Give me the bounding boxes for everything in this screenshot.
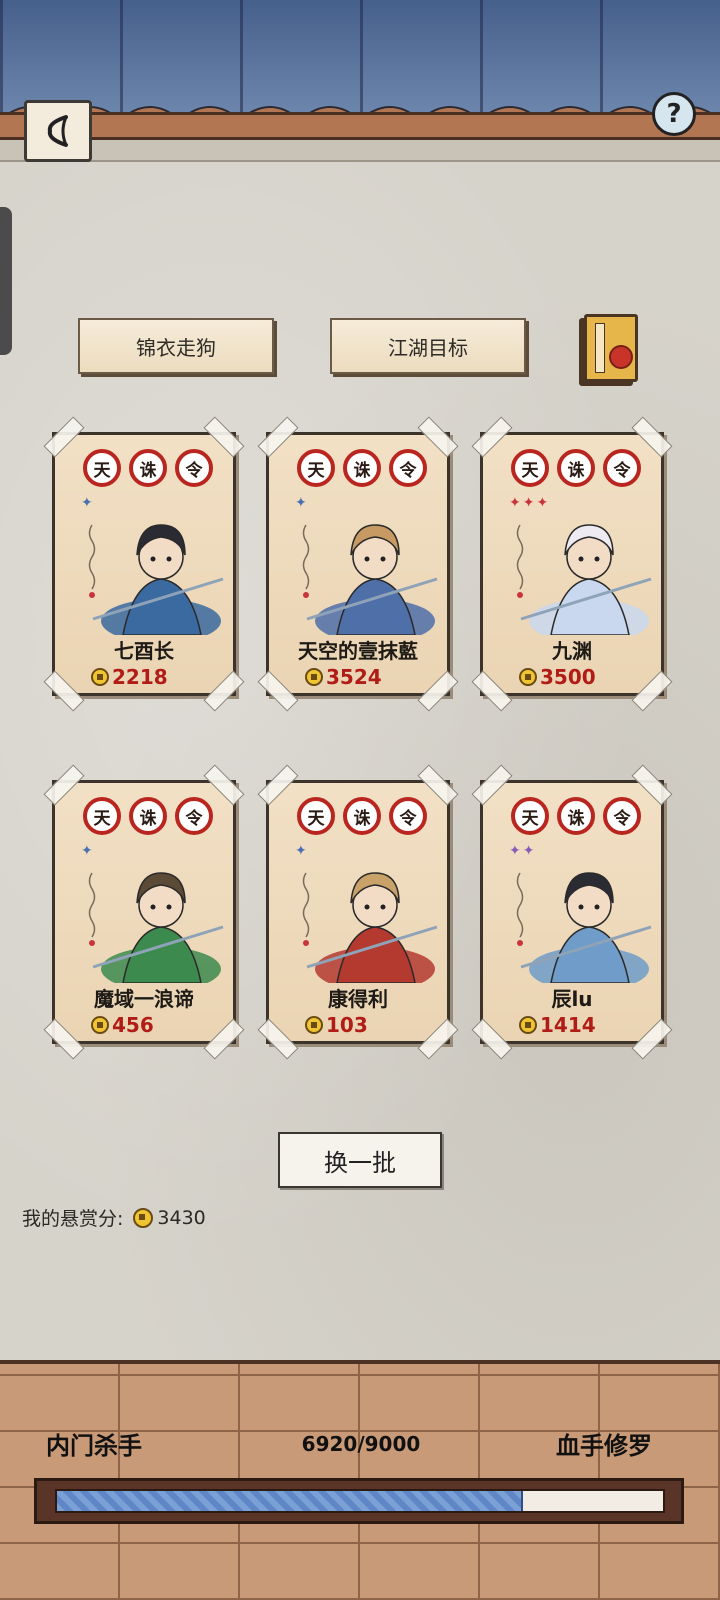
tianzhu-badges: 天 诛 令 — [511, 797, 641, 837]
beam-trim — [0, 140, 720, 162]
badge-tian: 天 — [297, 797, 335, 835]
badge-tian: 天 — [511, 449, 549, 487]
badge-ling: 令 — [175, 449, 213, 487]
target-bounty: 3500 — [519, 665, 596, 689]
character-portrait — [92, 524, 224, 635]
tianzhu-badges: 天 诛 令 — [83, 797, 213, 837]
bounty-value: 456 — [112, 1013, 154, 1037]
badge-zhu: 诛 — [343, 449, 381, 487]
character-portrait — [306, 524, 438, 635]
rank-progress-bar — [34, 1478, 684, 1524]
coin-icon — [519, 1016, 537, 1034]
tab-jinyi-zougou[interactable]: 锦衣走狗 — [78, 318, 274, 374]
roof-decoration — [0, 0, 720, 120]
coin-icon — [91, 1016, 109, 1034]
badge-zhu: 诛 — [557, 449, 595, 487]
help-button[interactable]: ? — [652, 92, 696, 136]
next-rank: 血手修罗 — [556, 1432, 652, 1460]
bounty-card[interactable]: 天 诛 令 ✦ 七酉长 2218 — [43, 416, 245, 712]
badge-ling: 令 — [389, 449, 427, 487]
badge-zhu: 诛 — [129, 797, 167, 835]
target-name: 辰lu — [551, 987, 593, 1011]
character-portrait — [520, 872, 652, 983]
bounty-value: 2218 — [112, 665, 168, 689]
target-name: 九渊 — [552, 639, 592, 663]
bounty-value: 103 — [326, 1013, 368, 1037]
side-handle[interactable] — [0, 207, 12, 355]
badge-zhu: 诛 — [129, 449, 167, 487]
badge-tian: 天 — [83, 797, 121, 835]
bounty-card[interactable]: 天 诛 令 ✦✦✦ 九渊 3500 — [471, 416, 673, 712]
bounty-card[interactable]: 天 诛 令 ✦ 天空的壹抹藍 3524 — [257, 416, 459, 712]
tab-label: 江湖目标 — [388, 335, 468, 360]
my-bounty-label: 我的悬赏分: — [22, 1208, 124, 1230]
badge-tian: 天 — [297, 449, 335, 487]
bounty-card[interactable]: 天 诛 令 ✦ 康得利 103 — [257, 764, 459, 1060]
my-bounty-value: 3430 — [157, 1206, 206, 1229]
tianzhu-badges: 天 诛 令 — [511, 449, 641, 489]
rank-progress-text: 6920/9000 — [301, 1432, 421, 1456]
coin-icon — [519, 668, 537, 686]
badge-zhu: 诛 — [343, 797, 381, 835]
badge-tian: 天 — [83, 449, 121, 487]
character-portrait — [306, 872, 438, 983]
character-portrait — [520, 524, 652, 635]
book-seal — [609, 345, 633, 369]
back-button[interactable] — [24, 100, 92, 162]
badge-ling: 令 — [603, 797, 641, 835]
tianzhu-badges: 天 诛 令 — [297, 449, 427, 489]
tianzhu-badges: 天 诛 令 — [297, 797, 427, 837]
coin-icon — [305, 668, 323, 686]
tab-jianghu-target[interactable]: 江湖目标 — [330, 318, 526, 374]
badge-tian: 天 — [511, 797, 549, 835]
badge-zhu: 诛 — [557, 797, 595, 835]
roof-beam — [0, 112, 720, 140]
bounty-value: 1414 — [540, 1013, 596, 1037]
tab-label: 锦衣走狗 — [136, 335, 216, 360]
help-icon: ? — [666, 99, 682, 129]
tianzhu-badges: 天 诛 令 — [83, 449, 213, 489]
target-name: 七酉长 — [114, 639, 174, 663]
refresh-button[interactable]: 换一批 — [278, 1132, 442, 1188]
progress-track — [55, 1489, 665, 1513]
target-bounty: 3524 — [305, 665, 382, 689]
coin-icon — [133, 1207, 154, 1228]
badge-ling: 令 — [603, 449, 641, 487]
character-portrait — [92, 872, 224, 983]
chevron-left-icon — [47, 115, 68, 147]
target-bounty: 103 — [305, 1013, 368, 1037]
target-name: 康得利 — [328, 987, 388, 1011]
bounty-book-icon[interactable] — [584, 314, 638, 382]
coin-icon — [91, 668, 109, 686]
target-bounty: 456 — [91, 1013, 154, 1037]
refresh-label: 换一批 — [324, 1148, 396, 1177]
bounty-card[interactable]: 天 诛 令 ✦ 魔域一浪谛 456 — [43, 764, 245, 1060]
target-name: 天空的壹抹藍 — [298, 639, 418, 663]
my-bounty-score: 我的悬赏分: 3430 — [22, 1204, 206, 1231]
book-spine — [595, 323, 605, 373]
bounty-value: 3500 — [540, 665, 596, 689]
target-bounty: 2218 — [91, 665, 168, 689]
target-bounty: 1414 — [519, 1013, 596, 1037]
badge-ling: 令 — [175, 797, 213, 835]
current-rank: 内门杀手 — [46, 1432, 142, 1460]
bounty-value: 3524 — [326, 665, 382, 689]
progress-fill — [57, 1491, 523, 1511]
target-name: 魔域一浪谛 — [94, 987, 194, 1011]
coin-icon — [305, 1016, 323, 1034]
badge-ling: 令 — [389, 797, 427, 835]
bounty-card[interactable]: 天 诛 令 ✦✦ 辰lu 1414 — [471, 764, 673, 1060]
